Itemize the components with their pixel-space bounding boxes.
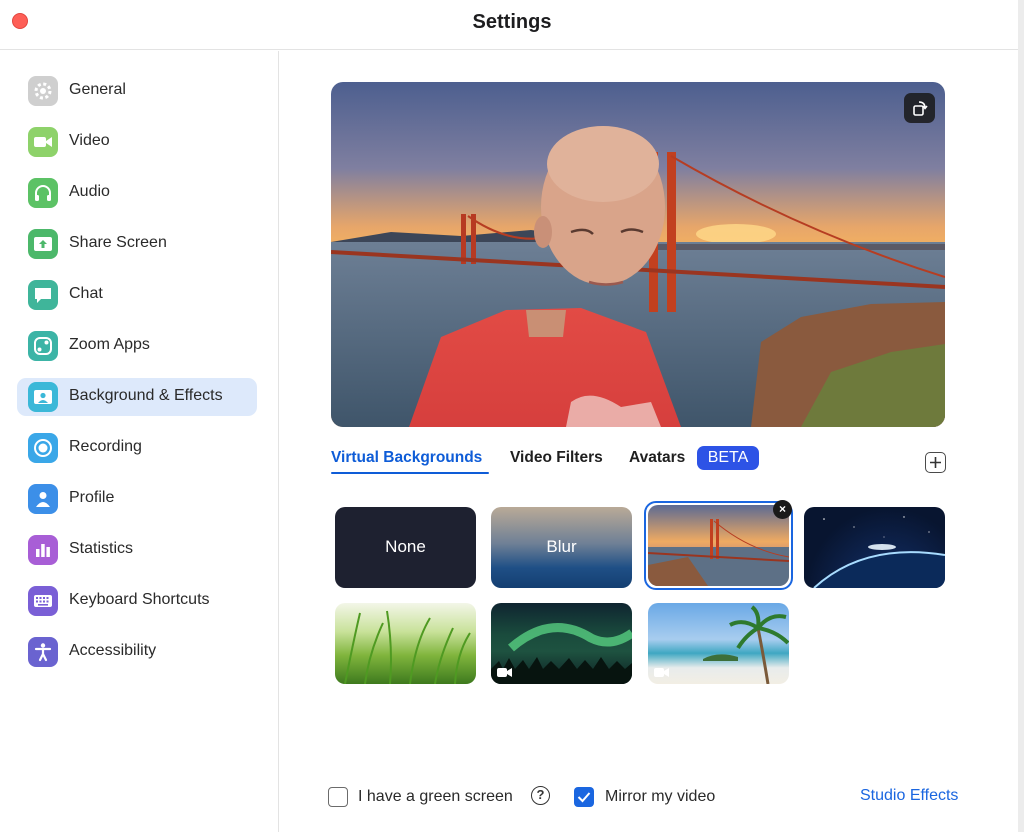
- background-options-footer: I have a green screen ? Mirror my video …: [280, 781, 1018, 813]
- preview-image: [331, 82, 945, 427]
- beta-badge: BETA: [697, 446, 759, 470]
- record-icon: [28, 433, 58, 463]
- mirror-video-label: Mirror my video: [605, 788, 716, 805]
- tab-virtual-backgrounds[interactable]: Virtual Backgrounds: [331, 449, 482, 467]
- sidebar-item-label: Audio: [69, 183, 110, 200]
- background-person-icon: [28, 382, 58, 412]
- keyboard-icon: [28, 586, 58, 616]
- bar-chart-icon: [28, 535, 58, 565]
- sidebar-item-general[interactable]: General: [17, 72, 257, 110]
- mirror-video-checkbox[interactable]: [574, 787, 594, 807]
- checkmark-icon: [577, 792, 591, 803]
- sidebar-item-audio[interactable]: Audio: [17, 174, 257, 212]
- sidebar-item-video[interactable]: Video: [17, 123, 257, 161]
- settings-window: Settings General Video Audio Share Scree…: [0, 0, 1024, 832]
- video-background-icon: [654, 665, 670, 683]
- rotate-icon: [912, 101, 928, 116]
- earth-thumbnail: [813, 516, 945, 588]
- sidebar-item-recording[interactable]: Recording: [17, 429, 257, 467]
- sidebar-item-label: Profile: [69, 489, 115, 506]
- studio-effects-link[interactable]: Studio Effects: [860, 787, 958, 805]
- active-tab-indicator: [331, 472, 489, 474]
- tab-video-filters[interactable]: Video Filters: [510, 449, 603, 467]
- sidebar-item-label: Zoom Apps: [69, 336, 150, 353]
- sidebar-item-profile[interactable]: Profile: [17, 480, 257, 518]
- sidebar-item-label: Share Screen: [69, 234, 167, 251]
- add-background-button[interactable]: [925, 452, 946, 473]
- background-beach-palm-tree[interactable]: [648, 603, 789, 684]
- background-none[interactable]: None: [335, 507, 476, 588]
- sidebar-item-label: Recording: [69, 438, 142, 455]
- sidebar-item-background-effects[interactable]: Background & Effects: [17, 378, 257, 416]
- chat-bubble-icon: [28, 280, 58, 310]
- green-screen-label: I have a green screen: [358, 788, 513, 805]
- plus-icon: [930, 457, 941, 468]
- green-screen-checkbox[interactable]: [328, 787, 348, 807]
- sidebar-item-label: Background & Effects: [69, 387, 223, 404]
- zoom-apps-icon: [28, 331, 58, 361]
- background-northern-lights[interactable]: [491, 603, 632, 684]
- sidebar-item-label: Video: [69, 132, 110, 149]
- background-effects-panel: Virtual Backgrounds Video Filters Avatar…: [280, 51, 1018, 832]
- share-screen-icon: [28, 229, 58, 259]
- title-bar: Settings: [0, 0, 1024, 50]
- video-background-icon: [497, 665, 513, 683]
- sidebar-item-accessibility[interactable]: Accessibility: [17, 633, 257, 671]
- headphones-icon: [28, 178, 58, 208]
- gear-icon: [28, 76, 58, 106]
- sidebar-item-chat[interactable]: Chat: [17, 276, 257, 314]
- sidebar-item-statistics[interactable]: Statistics: [17, 531, 257, 569]
- sidebar-item-label: Chat: [69, 285, 103, 302]
- sidebar-item-share-screen[interactable]: Share Screen: [17, 225, 257, 263]
- window-edge: [1018, 0, 1024, 832]
- video-preview: [331, 82, 945, 427]
- sidebar-item-label: Accessibility: [69, 642, 157, 659]
- sidebar-item-label: Keyboard Shortcuts: [69, 591, 210, 608]
- rotate-camera-button[interactable]: [904, 93, 935, 123]
- grass-thumbnail: [344, 610, 471, 684]
- none-label: None: [385, 537, 426, 556]
- sidebar-item-label: Statistics: [69, 540, 134, 557]
- sidebar-item-label: General: [69, 81, 126, 98]
- tab-avatars[interactable]: Avatars: [629, 449, 685, 467]
- video-camera-icon: [28, 127, 58, 157]
- person-icon: [28, 484, 58, 514]
- accessibility-icon: [28, 637, 58, 667]
- background-blur[interactable]: Blur: [491, 507, 632, 588]
- sidebar: General Video Audio Share Screen Chat Zo…: [0, 51, 279, 832]
- sidebar-item-keyboard-shortcuts[interactable]: Keyboard Shortcuts: [17, 582, 257, 620]
- golden-gate-thumbnail: [648, 505, 789, 586]
- help-icon[interactable]: ?: [531, 786, 550, 805]
- remove-background-button[interactable]: ×: [773, 500, 792, 519]
- background-golden-gate-bridge[interactable]: [648, 505, 789, 586]
- sidebar-item-zoom-apps[interactable]: Zoom Apps: [17, 327, 257, 365]
- background-grass[interactable]: [335, 603, 476, 684]
- window-title: Settings: [472, 11, 552, 33]
- blur-label: Blur: [546, 537, 577, 556]
- background-earth-from-space[interactable]: [804, 507, 945, 588]
